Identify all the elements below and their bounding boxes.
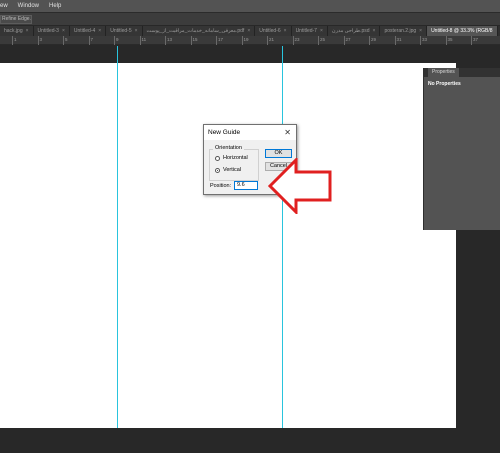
tab-untitled-5[interactable]: Untitled-5 × bbox=[106, 26, 143, 36]
position-input[interactable]: 9.6 bbox=[234, 181, 258, 190]
ruler-tick bbox=[394, 36, 396, 45]
vertical-label: Vertical bbox=[223, 167, 242, 173]
position-label: Position: bbox=[210, 183, 232, 189]
refine-edge-button[interactable]: Refine Edge... bbox=[0, 15, 32, 24]
ruler-number: 33 bbox=[422, 37, 428, 42]
horizontal-label: Horizontal bbox=[223, 155, 248, 161]
ruler-tick bbox=[420, 36, 421, 45]
ruler-tick bbox=[471, 36, 472, 45]
properties-empty-text: No Properties bbox=[428, 81, 461, 87]
ruler-number: 9 bbox=[116, 37, 119, 42]
horizontal-ruler[interactable]: 1 3 5 7 9 11 13 15 17 19 21 23 25 27 29 31 33 35 37 bbox=[0, 36, 500, 45]
tab-hack-jpg[interactable]: hack.jpg × bbox=[0, 26, 34, 36]
tab-close-icon[interactable]: × bbox=[373, 26, 376, 36]
menu-bar: ew Window Help bbox=[0, 0, 500, 12]
tab-untitled-6[interactable]: Untitled-6 × bbox=[255, 26, 292, 36]
tab-close-icon[interactable]: × bbox=[26, 26, 29, 36]
tab-close-icon[interactable]: × bbox=[284, 26, 287, 36]
ruler-tick bbox=[37, 36, 39, 45]
tab-psd-document[interactable]: طراحی مدرن.psd × bbox=[327, 26, 381, 36]
tab-untitled-3[interactable]: Untitled-3 × bbox=[33, 26, 70, 36]
tab-close-icon[interactable]: × bbox=[320, 26, 323, 36]
tab-close-icon[interactable]: × bbox=[247, 26, 250, 36]
menu-view[interactable]: ew bbox=[0, 3, 8, 9]
tab-posteran-jpg[interactable]: posteran.2.jpg × bbox=[380, 26, 428, 36]
radio-selected-icon bbox=[215, 167, 220, 173]
options-bar: Refine Edge... bbox=[0, 12, 500, 25]
ruler-tick bbox=[63, 36, 64, 45]
photoshop-window: ew Window Help Refine Edge... hack.jpg × … bbox=[0, 0, 500, 453]
vertical-radio[interactable]: Vertical bbox=[215, 167, 241, 173]
vertical-guide-line[interactable] bbox=[282, 46, 283, 453]
tab-pdf-document[interactable]: معرفی_سامانه_خدمات_مراقبت_از_پوست.pdf × bbox=[142, 26, 256, 36]
ruler-tick bbox=[241, 36, 243, 45]
ruler-number: 21 bbox=[269, 37, 275, 42]
radio-circle-icon bbox=[215, 155, 220, 161]
ruler-number: 3 bbox=[39, 37, 43, 42]
ruler-number: 17 bbox=[218, 37, 224, 42]
properties-panel: Properties No Properties bbox=[423, 68, 500, 230]
ruler-tick bbox=[292, 36, 294, 45]
tab-close-icon[interactable]: × bbox=[98, 26, 101, 36]
ruler-number: 27 bbox=[345, 37, 351, 42]
ruler-tick bbox=[12, 36, 13, 45]
ruler-number: 5 bbox=[65, 37, 68, 42]
menu-help[interactable]: Help bbox=[49, 3, 61, 9]
tab-label: معرفی_سامانه_خدمات_مراقبت_از_پوست.pdf bbox=[146, 28, 245, 34]
close-icon[interactable]: ✕ bbox=[284, 125, 291, 140]
ruler-tick bbox=[267, 36, 268, 45]
ruler-number: 29 bbox=[371, 37, 377, 42]
ruler-number: 11 bbox=[141, 37, 147, 42]
orientation-group: Horizontal Vertical bbox=[209, 149, 259, 181]
tab-label: Untitled-4 bbox=[73, 28, 96, 34]
ruler-tick bbox=[114, 36, 115, 45]
tab-label: Untitled-6 bbox=[259, 28, 281, 34]
ruler-number: 7 bbox=[90, 37, 94, 42]
menu-window[interactable]: Window bbox=[18, 3, 39, 9]
ok-button[interactable]: OK bbox=[265, 149, 292, 158]
ruler-number: 23 bbox=[294, 37, 300, 42]
ruler-tick bbox=[190, 36, 192, 45]
tab-close-icon[interactable]: × bbox=[419, 26, 422, 36]
red-arrow-annotation-icon bbox=[268, 158, 332, 214]
ruler-number: 25 bbox=[320, 37, 326, 42]
tab-properties[interactable]: Properties bbox=[428, 68, 459, 77]
canvas-bottom-area bbox=[0, 428, 456, 453]
ruler-tick bbox=[318, 36, 319, 45]
vertical-guide-line[interactable] bbox=[117, 46, 118, 453]
dialog-title-bar[interactable]: New Guide ✕ bbox=[204, 125, 296, 140]
ruler-number: 13 bbox=[167, 37, 173, 42]
ruler-tick bbox=[139, 36, 141, 45]
tab-close-icon[interactable]: × bbox=[62, 26, 65, 36]
ruler-number: 31 bbox=[396, 37, 402, 42]
ruler-number: 15 bbox=[192, 37, 198, 42]
tab-untitled-7[interactable]: Untitled-7 × bbox=[291, 26, 328, 36]
ruler-number: 35 bbox=[447, 37, 453, 42]
properties-panel-header: Properties bbox=[424, 68, 500, 77]
ruler-tick bbox=[369, 36, 370, 45]
ruler-number: 19 bbox=[243, 37, 249, 42]
orientation-label: Orientation bbox=[213, 145, 244, 151]
document-tab-bar: hack.jpg × Untitled-3 × Untitled-4 × Untitl… bbox=[0, 26, 500, 36]
tab-label: طراحی مدرن.psd bbox=[331, 28, 370, 34]
document-canvas[interactable] bbox=[0, 63, 456, 453]
tab-untitled-4[interactable]: Untitled-4 × bbox=[69, 26, 107, 36]
ruler-tick bbox=[343, 36, 345, 45]
ruler-tick bbox=[165, 36, 166, 45]
ruler-number: 37 bbox=[473, 37, 479, 42]
tab-close-icon[interactable]: × bbox=[135, 26, 138, 36]
tab-label: Untitled-3 bbox=[37, 28, 59, 34]
tab-label: Untitled-8 @ 33.3% (RGB/8 bbox=[431, 28, 493, 34]
tab-label: hack.jpg bbox=[4, 28, 23, 34]
ruler-tick bbox=[216, 36, 217, 45]
ruler-tick bbox=[445, 36, 447, 45]
ruler-number: 1 bbox=[14, 37, 17, 42]
ruler-tick bbox=[88, 36, 90, 45]
tab-untitled-8[interactable]: Untitled-8 @ 33.3% (RGB/8 bbox=[427, 26, 498, 36]
tab-label: Untitled-5 bbox=[110, 28, 132, 34]
horizontal-radio[interactable]: Horizontal bbox=[215, 155, 248, 161]
dialog-title: New Guide bbox=[208, 129, 241, 136]
tab-label: posteran.2.jpg bbox=[384, 28, 417, 34]
tab-label: Untitled-7 bbox=[295, 28, 317, 34]
